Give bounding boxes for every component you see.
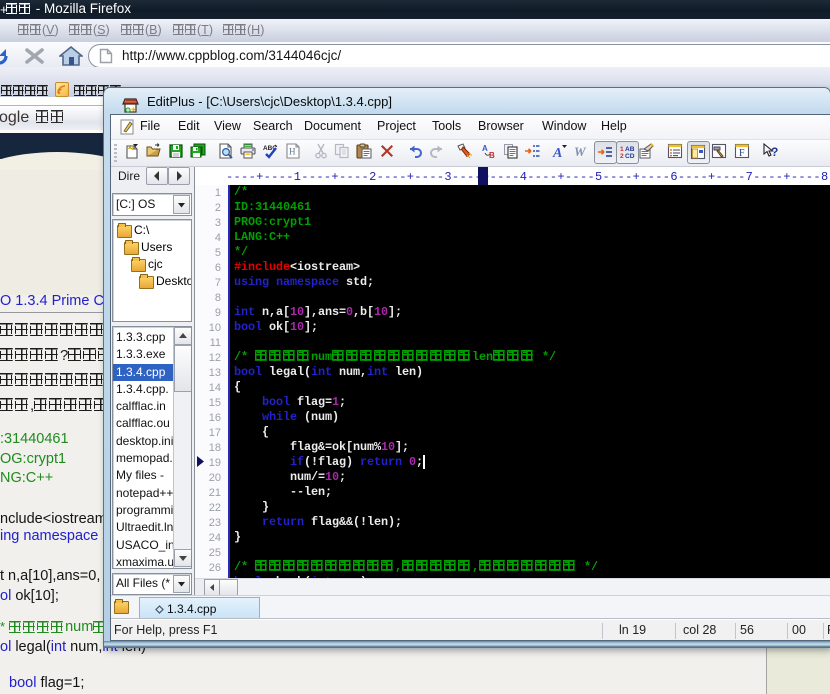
svg-text:CD: CD	[625, 153, 635, 160]
svg-text:W: W	[574, 144, 587, 159]
svg-text:B: B	[489, 151, 495, 159]
svg-text:?: ?	[771, 145, 778, 159]
svg-text:A: A	[552, 146, 562, 159]
svg-text:1: 1	[620, 146, 624, 153]
svg-text:AB: AB	[625, 146, 635, 153]
svg-text:A: A	[482, 144, 488, 153]
svg-text:2: 2	[620, 153, 624, 160]
svg-text:H: H	[289, 147, 296, 157]
svg-text:F: F	[739, 148, 745, 159]
